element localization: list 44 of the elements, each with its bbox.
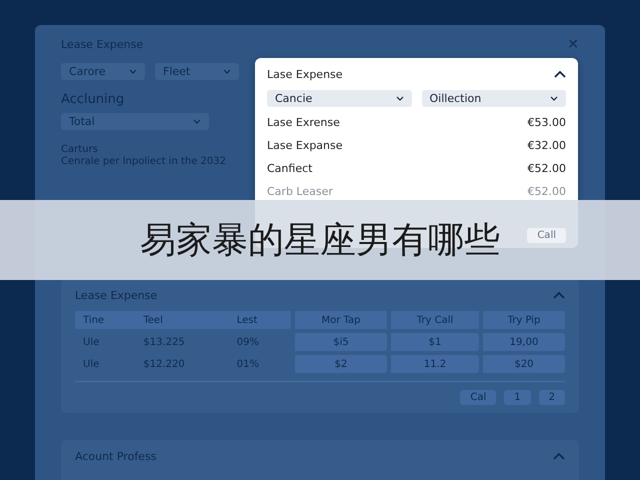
panel-title: Lease Expense: [75, 288, 158, 302]
menu-item[interactable]: Lase Exrense €53.00: [267, 111, 566, 134]
item-label: Lase Exrense: [267, 116, 340, 129]
page-button[interactable]: 2: [538, 390, 565, 405]
column-header: Tine: [75, 311, 136, 329]
item-amount: €52.00: [528, 185, 566, 198]
window-title: Lease Expense: [61, 38, 144, 50]
total-dropdown[interactable]: Total: [61, 113, 209, 130]
call-button[interactable]: Call: [527, 228, 566, 243]
item-label: Lase Expanse: [267, 139, 343, 152]
page-button[interactable]: Cal: [460, 390, 496, 405]
popup-dropdown[interactable]: Oillection: [422, 90, 566, 107]
table-cell-text: Ule: [82, 336, 100, 350]
table-cell-text: 09%: [236, 336, 260, 350]
table-cell-text: 01%: [236, 358, 260, 372]
chevron-down-icon: [396, 96, 404, 101]
chevron-down-icon: [129, 69, 137, 74]
filter-dropdown[interactable]: Carore: [61, 63, 145, 80]
item-label: Carb Leaser: [267, 185, 333, 198]
table-cell-text: $12.220: [142, 358, 186, 372]
banner-text: 易家暴的星座男有哪些: [140, 218, 500, 262]
table-cell-text: Ule: [82, 358, 100, 372]
note-text: Cenrale per Inpoliect in the 2032: [61, 156, 226, 167]
panel-title: Acount Profess: [75, 450, 156, 462]
popup-title: Lase Expense: [267, 68, 343, 80]
chevron-up-icon[interactable]: [554, 70, 566, 78]
item-amount: €52.00: [528, 162, 566, 175]
item-amount: €32.00: [528, 139, 566, 152]
page-button[interactable]: 1: [504, 390, 531, 405]
note-title: Carturs: [61, 144, 98, 155]
column-header: Lest: [228, 311, 291, 329]
chevron-down-icon: [223, 69, 231, 74]
close-button[interactable]: ×: [567, 37, 579, 51]
table-cell-text: $13.225: [142, 336, 186, 350]
menu-item[interactable]: Canfiect €52.00: [267, 157, 566, 180]
popup-dropdown[interactable]: Cancie: [267, 90, 412, 107]
item-label: Canfiect: [267, 162, 312, 175]
menu-item[interactable]: Lase Expanse €32.00: [267, 134, 566, 157]
chevron-down-icon: [550, 96, 558, 101]
chevron-down-icon: [193, 119, 201, 124]
column-header: Teel: [135, 311, 229, 329]
item-amount: €53.00: [528, 116, 566, 129]
filter-dropdown[interactable]: Fleet: [155, 63, 239, 80]
section-heading: Accluning: [61, 92, 124, 107]
